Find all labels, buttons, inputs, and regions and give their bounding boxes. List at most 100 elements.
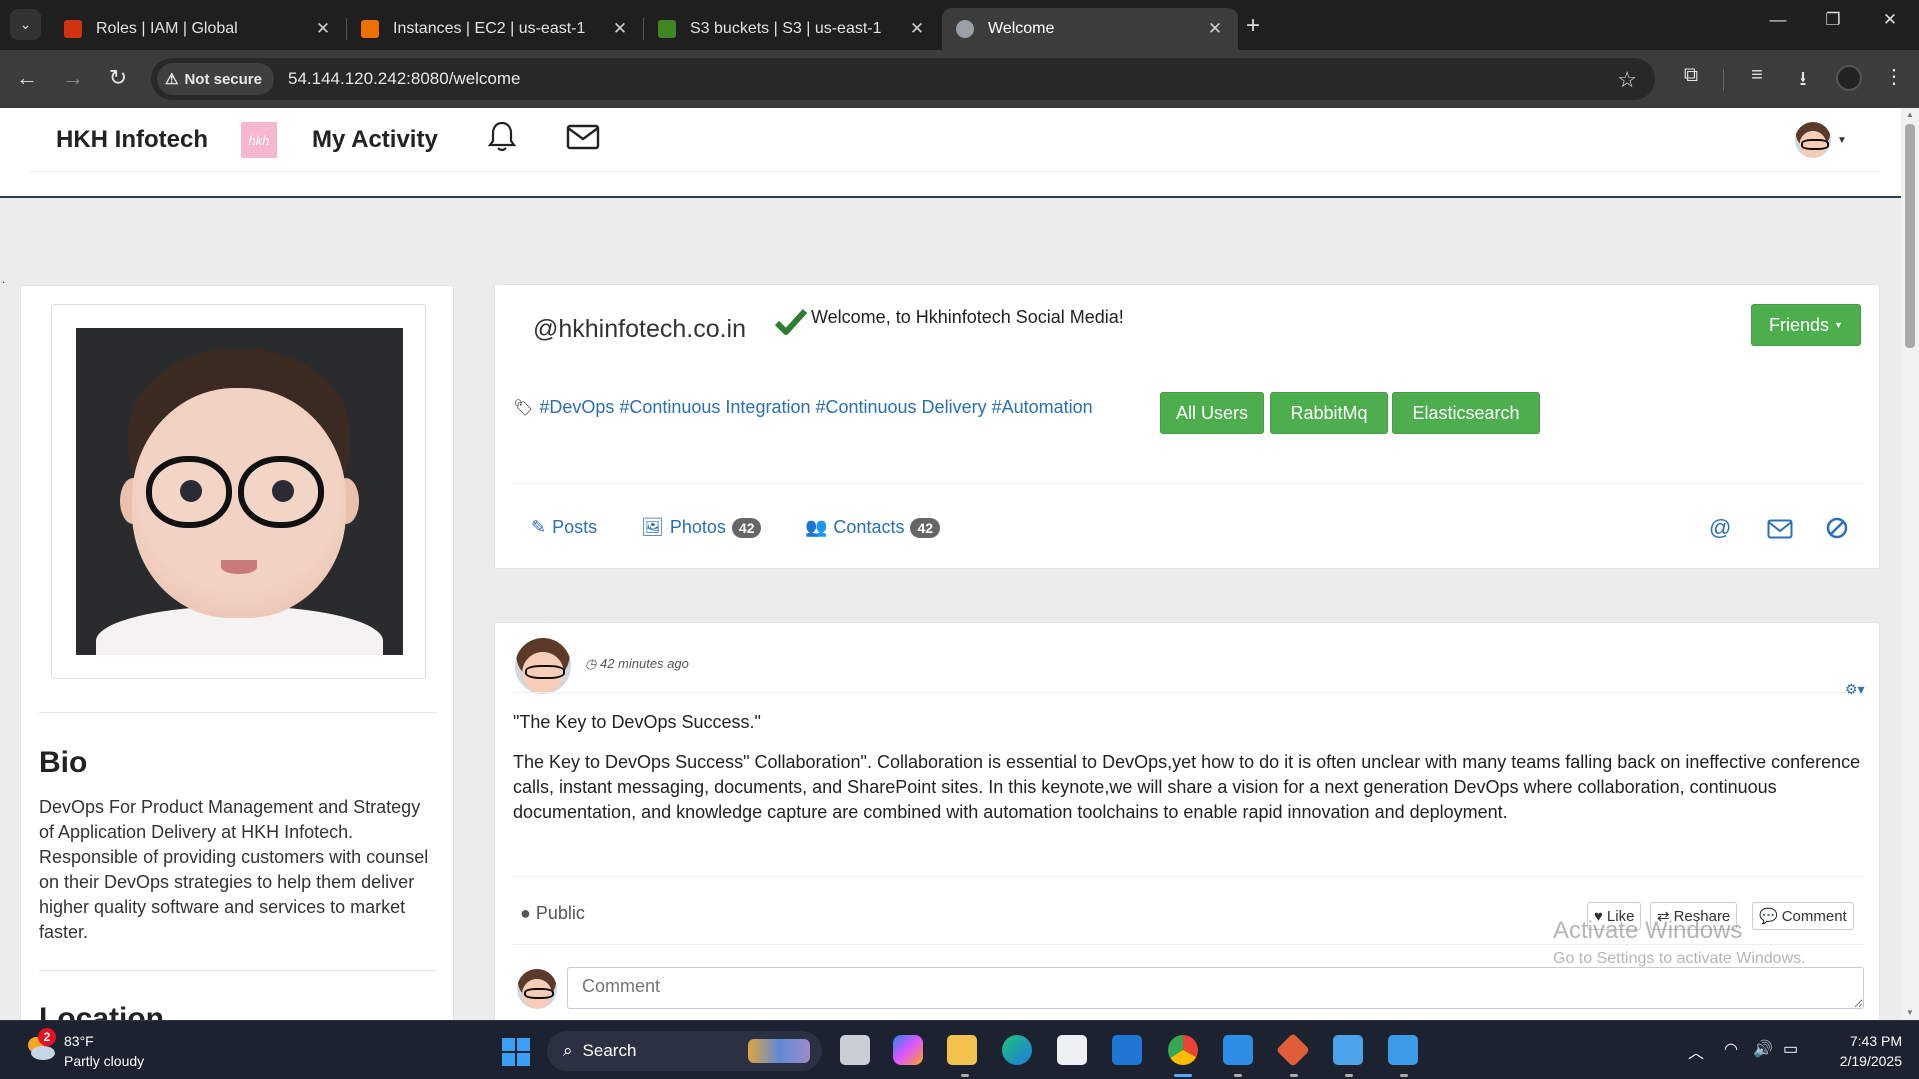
windows-start-icon[interactable] xyxy=(502,1038,530,1066)
browser-toolbar: ← → ↻ ⚠ Not secure 54.144.120.242:8080/w… xyxy=(0,50,1919,108)
outlook-icon[interactable] xyxy=(1112,1035,1142,1065)
tab-title: Instances | EC2 | us-east-1 xyxy=(393,20,586,37)
back-icon[interactable]: ← xyxy=(12,65,42,91)
downloads-icon[interactable]: ⭳ xyxy=(1789,64,1817,98)
friends-dropdown-button[interactable]: Friends ▼ xyxy=(1751,304,1861,346)
battery-icon[interactable]: ▭ xyxy=(1783,1039,1798,1059)
close-tab-icon[interactable]: ✕ xyxy=(906,19,928,39)
git-icon[interactable] xyxy=(1276,1033,1310,1067)
close-tab-icon[interactable]: ✕ xyxy=(312,19,334,39)
wifi-icon[interactable]: ◠ xyxy=(1724,1039,1738,1059)
paint-icon[interactable] xyxy=(1333,1035,1363,1065)
profile-photo[interactable] xyxy=(76,328,403,655)
search-label: Search xyxy=(582,1041,637,1060)
tab-contacts[interactable]: 👥 Contacts 42 xyxy=(805,517,941,538)
elasticsearch-button[interactable]: Elasticsearch xyxy=(1392,392,1540,434)
taskbar-search[interactable]: ⌕ Search xyxy=(547,1031,822,1071)
new-tab-icon[interactable]: + xyxy=(1246,12,1260,40)
volume-icon[interactable]: 🔊 xyxy=(1753,1039,1773,1059)
stray-mark: . xyxy=(2,272,6,286)
bookmark-star-icon[interactable]: ☆ xyxy=(1617,67,1637,93)
brand-name[interactable]: HKH Infotech xyxy=(56,126,208,154)
rabbitmq-button[interactable]: RabbitMq xyxy=(1270,392,1388,434)
hashtags[interactable]: #DevOps #Continuous Integration #Continu… xyxy=(539,397,1092,418)
edge-browser-icon[interactable] xyxy=(1002,1035,1032,1065)
clock-date[interactable]: 2/19/2025 xyxy=(1820,1053,1902,1069)
globe-favicon-icon xyxy=(956,20,974,38)
tab-posts[interactable]: ✎ Posts xyxy=(531,517,597,538)
comment-button[interactable]: 💬 Comment xyxy=(1752,902,1854,930)
close-window-icon[interactable]: ✕ xyxy=(1870,10,1910,30)
browser-tab-bar: ⌄ Roles | IAM | Global ✕ Instances | EC2… xyxy=(0,0,1919,50)
tab-photos[interactable]: 🖼 Photos 42 xyxy=(641,517,762,538)
task-view-icon[interactable] xyxy=(840,1035,870,1065)
close-tab-icon[interactable]: ✕ xyxy=(609,19,631,39)
minimize-icon[interactable]: — xyxy=(1758,10,1798,30)
forward-icon[interactable]: → xyxy=(58,65,88,91)
post-author-avatar[interactable] xyxy=(515,638,571,694)
bell-icon[interactable] xyxy=(486,120,518,154)
tab-welcome[interactable]: Welcome ✕ xyxy=(942,8,1238,50)
running-indicator xyxy=(1174,1074,1192,1077)
vscode-icon[interactable] xyxy=(1223,1035,1253,1065)
user-menu[interactable]: ▼ xyxy=(1795,122,1847,158)
mail-icon[interactable] xyxy=(566,124,600,150)
brand-logo[interactable]: hkh xyxy=(241,122,277,158)
copilot-icon[interactable] xyxy=(893,1035,923,1065)
page-scrollbar[interactable]: ▲ ▼ xyxy=(1901,108,1919,1020)
site-security-chip[interactable]: ⚠ Not secure xyxy=(157,63,274,95)
restore-icon[interactable]: ❐ xyxy=(1813,10,1853,30)
clock-time[interactable]: 7:43 PM xyxy=(1842,1033,1902,1049)
file-explorer-icon[interactable] xyxy=(947,1035,977,1065)
scrollbar-thumb[interactable] xyxy=(1905,124,1915,348)
search-icon: ⌕ xyxy=(563,1041,573,1060)
tags-row: 🏷 #DevOps #Continuous Integration #Conti… xyxy=(513,397,1093,418)
reload-icon[interactable]: ↻ xyxy=(103,65,133,91)
bio-text: DevOps For Product Management and Strate… xyxy=(39,797,429,942)
post-visibility: ● Public xyxy=(520,903,585,924)
running-indicator xyxy=(1290,1074,1298,1077)
tab-search-chevron-icon[interactable]: ⌄ xyxy=(10,9,41,40)
iam-favicon-icon xyxy=(64,20,82,38)
tab-ec2-instances[interactable]: Instances | EC2 | us-east-1 ✕ xyxy=(347,8,643,50)
bio-heading: Bio xyxy=(39,746,88,779)
block-icon[interactable] xyxy=(1826,517,1848,539)
activate-windows-hint: Go to Settings to activate Windows. xyxy=(1553,950,1806,967)
temperature: 83°F xyxy=(64,1033,94,1049)
tab-iam-roles[interactable]: Roles | IAM | Global ✕ xyxy=(50,8,346,50)
notepad-icon[interactable] xyxy=(1388,1035,1418,1065)
media-controls-icon[interactable]: ≡ xyxy=(1743,64,1771,87)
profile-photo-frame xyxy=(51,304,426,679)
at-sign-icon[interactable]: @ xyxy=(1709,515,1731,541)
post-timestamp: ◷ 42 minutes ago xyxy=(585,656,689,672)
tray-chevron-up-icon[interactable]: ︿ xyxy=(1688,1039,1704,1063)
tab-label: Contacts xyxy=(833,517,905,537)
my-activity-link[interactable]: My Activity xyxy=(312,126,438,154)
close-tab-icon[interactable]: ✕ xyxy=(1204,19,1226,39)
verified-check-icon xyxy=(775,308,807,335)
post-title: "The Key to DevOps Success." xyxy=(513,712,761,732)
address-bar[interactable]: ⚠ Not secure 54.144.120.242:8080/welcome… xyxy=(151,58,1655,100)
all-users-button[interactable]: All Users xyxy=(1160,392,1264,434)
scroll-up-arrow-icon[interactable]: ▲ xyxy=(1906,110,1914,119)
profile-sidebar-card: Bio DevOps For Product Management and St… xyxy=(20,285,454,1020)
comment-input[interactable] xyxy=(567,967,1864,1009)
microsoft-store-icon[interactable] xyxy=(1057,1035,1087,1065)
tab-s3-buckets[interactable]: S3 buckets | S3 | us-east-1 ✕ xyxy=(644,8,940,50)
chrome-icon[interactable] xyxy=(1168,1035,1198,1065)
running-indicator xyxy=(1234,1074,1242,1077)
security-label: Not secure xyxy=(184,70,262,88)
photo-eye xyxy=(272,480,294,502)
site-header: HKH Infotech hkh My Activity ▼ xyxy=(0,108,1901,198)
running-indicator xyxy=(1345,1074,1353,1077)
scroll-down-arrow-icon[interactable]: ▼ xyxy=(1906,1008,1914,1017)
search-highlight-art xyxy=(748,1039,810,1063)
windows-taskbar: 2 83°F Partly cloudy ⌕ Search ︿ ◠ 🔊 ▭ 7:… xyxy=(0,1020,1919,1079)
envelope-icon[interactable] xyxy=(1767,519,1793,539)
browser-profile-avatar[interactable] xyxy=(1836,65,1862,91)
url-text[interactable]: 54.144.120.242:8080/welcome xyxy=(288,69,521,89)
caret-down-icon: ▼ xyxy=(1834,320,1843,330)
post-settings-gear-icon[interactable]: ⚙▾ xyxy=(1845,681,1865,698)
browser-menu-icon[interactable]: ⋮ xyxy=(1880,64,1908,89)
extensions-icon[interactable]: ⧉ xyxy=(1677,64,1705,87)
